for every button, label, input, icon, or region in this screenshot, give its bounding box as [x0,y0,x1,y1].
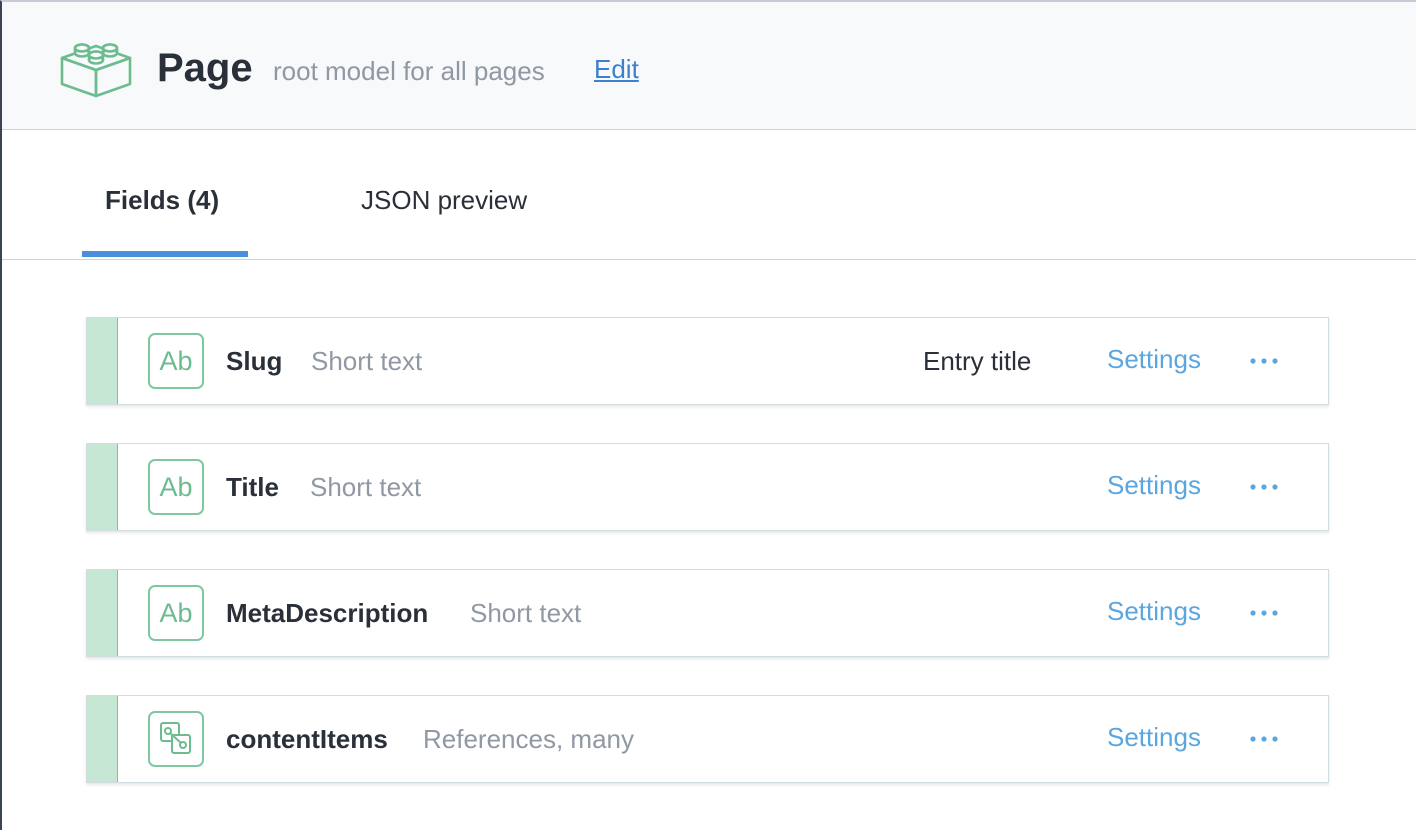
lego-block-icon [60,43,132,98]
drag-handle[interactable] [87,570,118,656]
field-row-metadescription[interactable]: Ab MetaDescription Short text Settings [86,569,1329,657]
field-name: Slug [226,346,283,376]
field-row-slug[interactable]: Ab Slug Short text Entry title Settings [86,317,1329,405]
ellipsis-icon[interactable] [1247,482,1281,492]
tab-bar: Fields (4) JSON preview [2,130,1416,260]
content-model-header: Page root model for all pages Edit [2,2,1416,130]
ellipsis-icon[interactable] [1247,356,1281,366]
field-name: contentItems [226,724,388,754]
ellipsis-icon[interactable] [1247,734,1281,744]
active-tab-indicator [82,251,248,257]
drag-handle[interactable] [87,444,118,530]
short-text-icon: Ab [148,585,204,641]
tab-json-preview[interactable]: JSON preview [361,184,527,216]
drag-handle[interactable] [87,318,118,404]
field-type: References, many [423,724,634,754]
short-text-icon: Ab [148,459,204,515]
field-type: Short text [310,472,422,502]
field-row-contentitems[interactable]: contentItems References, many Settings [86,695,1329,783]
field-type: Short text [311,346,423,376]
ellipsis-icon[interactable] [1247,608,1281,618]
field-name: MetaDescription [226,598,429,628]
drag-handle[interactable] [87,696,118,782]
settings-button[interactable]: Settings [1107,469,1201,501]
settings-button[interactable]: Settings [1107,721,1201,753]
settings-button[interactable]: Settings [1107,595,1201,627]
model-description: root model for all pages [273,56,545,86]
field-name: Title [226,472,279,502]
field-type: Short text [470,598,582,628]
references-icon [148,711,204,767]
short-text-icon: Ab [148,333,204,389]
field-row-title[interactable]: Ab Title Short text Settings [86,443,1329,531]
page-title: Page [157,46,253,90]
tab-fields[interactable]: Fields (4) [105,184,219,216]
edit-link[interactable]: Edit [594,53,639,85]
settings-button[interactable]: Settings [1107,343,1201,375]
entry-title-badge: Entry title [923,346,1032,376]
